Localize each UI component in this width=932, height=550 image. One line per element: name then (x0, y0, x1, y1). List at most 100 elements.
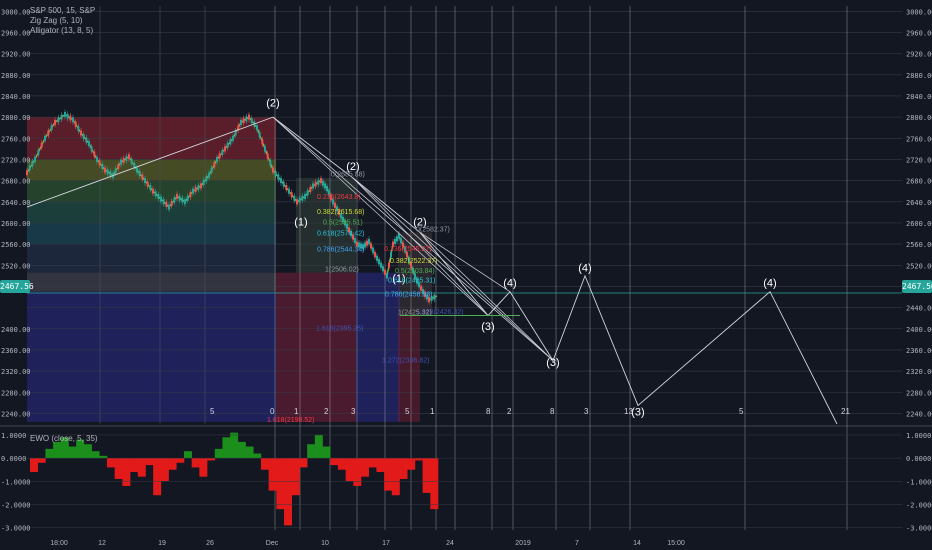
ewo-legend[interactable]: EWO (close, 5, 35) (30, 434, 98, 444)
cycle-number-label: 5 (405, 407, 410, 416)
candle-body (288, 188, 290, 194)
candle-body (192, 188, 194, 194)
candle-body (229, 139, 232, 145)
candle-body (90, 146, 93, 152)
cycle-number-label: 1 (430, 407, 435, 416)
candle-body (138, 171, 141, 177)
candle-body (242, 118, 245, 124)
fib-level-label: 1(2425.32) (398, 309, 432, 316)
y-tick-label-right: 2240.00 (906, 410, 932, 418)
y-tick-label-left: 2720.00 (1, 156, 31, 164)
ewo-tick-label-right: 1.0000 (906, 432, 931, 440)
y-tick-label-left: 2320.00 (1, 368, 31, 376)
ewo-bar (361, 458, 370, 477)
ewo-indicator-label[interactable]: EWO (close, 5, 35) (30, 434, 98, 444)
x-tick-label: 7 (575, 540, 579, 547)
candle-body (277, 174, 280, 180)
wave-label: (3) (546, 357, 559, 369)
candle-body (280, 178, 282, 184)
ewo-bar (384, 458, 393, 491)
candle-body (296, 199, 298, 205)
ewo-bar (291, 458, 300, 496)
candle-body (77, 126, 80, 132)
ewo-bar (99, 455, 108, 459)
y-tick-label-right: 2960.00 (906, 29, 932, 37)
candle-body (162, 199, 165, 205)
y-tick-label-right: 2880.00 (906, 72, 932, 80)
candle-body (326, 186, 328, 192)
ewo-bar (245, 446, 254, 459)
ewo-bar (376, 458, 385, 473)
wave-label: (4) (578, 263, 591, 275)
y-tick-label-right: 2560.00 (906, 241, 932, 249)
alligator-indicator-label[interactable]: Alligator (13, 8, 5) (30, 26, 95, 36)
y-tick-label-left: 2360.00 (1, 347, 31, 355)
symbol-legend[interactable]: S&P 500, 15, S&P Zig Zag (5, 10) Alligat… (30, 6, 95, 36)
candle-body (304, 193, 306, 199)
fib-zone (27, 201, 276, 223)
chart-canvas[interactable]: (2)(2)(2)(1)(1)(3)(3)(3)(4)(4)(4)0(2685.… (0, 0, 932, 550)
cycle-number-label: 5 (739, 407, 744, 416)
ewo-bar (68, 446, 77, 459)
candle-body (144, 178, 146, 184)
ewo-bar (299, 458, 308, 468)
candle-body (226, 142, 229, 148)
candle-body (28, 165, 31, 171)
fib-level-label: 0.786(2458.93) (385, 291, 432, 298)
candle-body (378, 259, 380, 265)
y-tick-label-right: 2600.00 (906, 220, 932, 228)
candle-body (420, 285, 422, 291)
ewo-bar (284, 458, 293, 526)
candle-body (232, 135, 234, 141)
ewo-bar (230, 432, 239, 459)
y-tick-label-left: 2560.00 (1, 241, 31, 249)
ewo-bar (207, 458, 216, 461)
candle-body (376, 255, 378, 261)
candle-body (85, 137, 88, 143)
x-tick-label: 19 (158, 540, 166, 547)
candle-body (293, 195, 296, 201)
y-tick-label-left: 3000.00 (1, 8, 31, 16)
fib-zone (27, 291, 276, 422)
ewo-bar (314, 434, 323, 459)
candle-body (374, 252, 376, 258)
fib-zone (27, 272, 276, 292)
ewo-bar (414, 458, 423, 461)
candle-body (382, 266, 384, 272)
candle-body (173, 197, 176, 203)
ewo-bar (37, 458, 46, 463)
ewo-bar (214, 448, 223, 459)
symbol-title[interactable]: S&P 500, 15, S&P (30, 6, 95, 16)
candle-body (96, 156, 98, 162)
y-tick-label-left: 2520.00 (1, 262, 31, 270)
ewo-bar (91, 451, 100, 459)
y-tick-label-left: 2680.00 (1, 178, 31, 186)
candle-body (93, 151, 96, 157)
ewo-bar (260, 458, 269, 470)
fib-zone (27, 222, 276, 245)
candle-body (146, 181, 149, 187)
zigzag-indicator-label[interactable]: Zig Zag (5, 10) (30, 16, 95, 26)
ewo-bar (160, 458, 169, 482)
candle-body (245, 116, 248, 122)
fib-level-label: 1.272(2336.82) (382, 358, 429, 365)
price-badge-left: 2467.56 (0, 280, 34, 293)
candle-body (309, 186, 312, 192)
candle-body (282, 181, 285, 187)
candle-body (320, 178, 322, 184)
ewo-tick-label-left: 1.0000 (1, 432, 26, 440)
candle-body (301, 195, 304, 201)
candle-body (197, 185, 200, 191)
candle-body (69, 115, 72, 121)
candle-body (266, 153, 269, 159)
candle-body (334, 202, 336, 208)
y-tick-label-left: 2880.00 (1, 72, 31, 80)
x-tick-label: 17 (382, 540, 390, 547)
candle-body (26, 170, 28, 176)
fib-level-label: 0.236(2545.27) (384, 246, 431, 253)
wave-label: (2) (266, 98, 279, 110)
cycle-number-label: 8 (550, 407, 555, 416)
ewo-bar (30, 458, 38, 473)
candle-body (66, 113, 69, 119)
candle-body (44, 135, 46, 141)
